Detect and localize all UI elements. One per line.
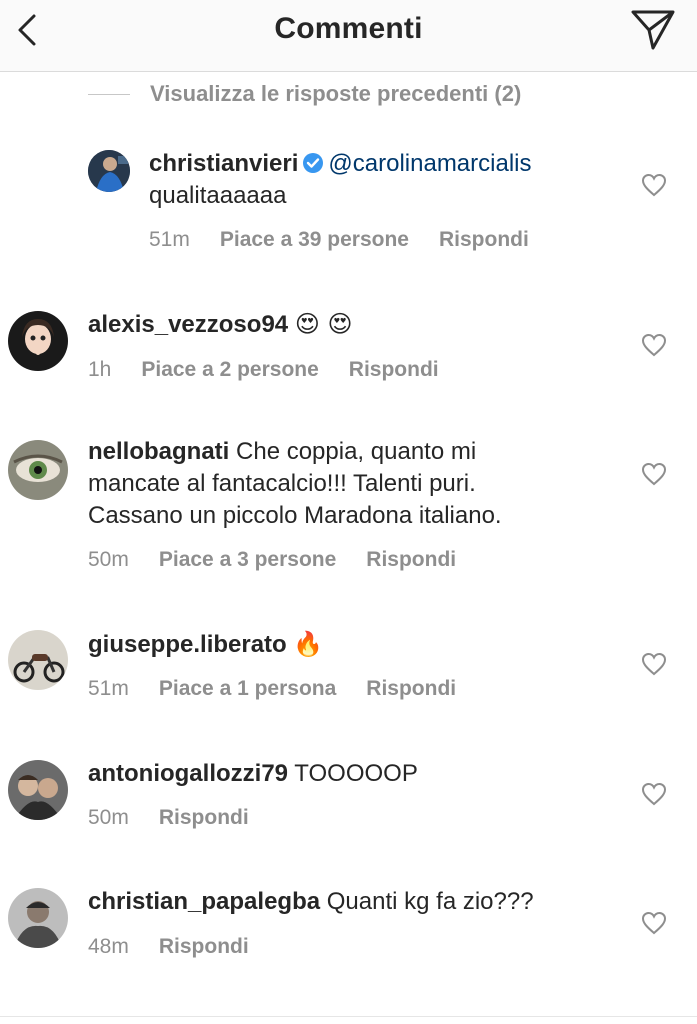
comment-time: 51m bbox=[88, 677, 129, 700]
comment-meta: 50m Piace a 3 persone Rispondi bbox=[88, 546, 456, 574]
comment-time: 51m bbox=[149, 228, 190, 251]
comment-meta: 1h Piace a 2 persone Rispondi bbox=[88, 356, 439, 384]
comment-time: 1h bbox=[88, 358, 112, 381]
view-previous-replies-button[interactable]: Visualizza le risposte precedenti (2) bbox=[88, 80, 521, 108]
comment-meta: 48m Rispondi bbox=[88, 933, 249, 961]
reply-button[interactable]: Rispondi bbox=[349, 358, 439, 382]
page-title: Commenti bbox=[274, 12, 423, 45]
comment-username[interactable]: christianvieri bbox=[149, 150, 298, 177]
comment-body: christianvieri @carolinamarcialis qualita… bbox=[149, 148, 532, 212]
reply-button[interactable]: Rispondi bbox=[439, 228, 529, 252]
direct-send-icon[interactable] bbox=[629, 8, 677, 52]
verified-badge-icon bbox=[303, 153, 324, 173]
comment-meta: 51m Piace a 1 persona Rispondi bbox=[88, 675, 456, 703]
avatar[interactable] bbox=[8, 888, 68, 948]
comment-time: 50m bbox=[88, 806, 129, 829]
comment-username[interactable]: giuseppe.liberato bbox=[88, 631, 287, 658]
avatar[interactable] bbox=[8, 630, 68, 690]
comment-body: alexis_vezzoso94 😍 😍 bbox=[88, 308, 352, 341]
reply-button[interactable]: Rispondi bbox=[366, 548, 456, 572]
comment-meta: 50m Rispondi bbox=[88, 804, 249, 832]
comment-body: antoniogallozzi79 TOOOOOP bbox=[88, 758, 418, 790]
view-previous-replies-label: Visualizza le risposte precedenti (2) bbox=[150, 81, 522, 106]
comment-body: nellobagnati Che coppia, quanto mi manca… bbox=[88, 436, 502, 532]
comment-likes[interactable]: Piace a 39 persone bbox=[220, 228, 409, 252]
comment-likes[interactable]: Piace a 3 persone bbox=[159, 548, 336, 572]
divider-line bbox=[88, 93, 130, 95]
comment-text: Che coppia, quanto mi bbox=[236, 438, 477, 465]
comment-meta: 51m Piace a 39 persone Rispondi bbox=[149, 226, 529, 254]
comment-emoji: 😍 😍 bbox=[294, 310, 353, 338]
like-heart-icon[interactable] bbox=[641, 333, 667, 357]
reply-button[interactable]: Rispondi bbox=[159, 935, 249, 959]
comment-time: 50m bbox=[88, 548, 129, 571]
comment-text: mancate al fantacalcio!!! Talenti puri. bbox=[88, 470, 476, 497]
like-heart-icon[interactable] bbox=[641, 462, 667, 486]
comment-likes[interactable]: Piace a 2 persone bbox=[141, 358, 318, 382]
comment-username[interactable]: alexis_vezzoso94 bbox=[88, 311, 288, 338]
like-heart-icon[interactable] bbox=[641, 652, 667, 676]
reply-button[interactable]: Rispondi bbox=[159, 806, 249, 830]
like-heart-icon[interactable] bbox=[641, 782, 667, 806]
avatar[interactable] bbox=[88, 150, 130, 192]
avatar[interactable] bbox=[8, 760, 68, 820]
divider-line bbox=[0, 1016, 697, 1017]
reply-button[interactable]: Rispondi bbox=[366, 677, 456, 701]
comment-text: qualitaaaaaa bbox=[149, 182, 287, 209]
comment-emoji: 🔥 bbox=[293, 630, 324, 658]
comment-body: giuseppe.liberato 🔥 bbox=[88, 628, 323, 661]
comment-text: Cassano un piccolo Maradona italiano. bbox=[88, 502, 502, 529]
comment-body: christian_papalegba Quanti kg fa zio??? bbox=[88, 886, 534, 918]
avatar[interactable] bbox=[8, 440, 68, 500]
comment-username[interactable]: nellobagnati bbox=[88, 438, 229, 465]
comment-mention[interactable]: @carolinamarcialis bbox=[328, 150, 531, 177]
comment-text: TOOOOOP bbox=[294, 760, 418, 787]
header-bar: Commenti bbox=[0, 0, 697, 72]
comment-text: Quanti kg fa zio??? bbox=[326, 888, 534, 915]
comment-username[interactable]: christian_papalegba bbox=[88, 888, 320, 915]
comment-username[interactable]: antoniogallozzi79 bbox=[88, 760, 288, 787]
like-heart-icon[interactable] bbox=[641, 911, 667, 935]
comment-time: 48m bbox=[88, 935, 129, 958]
comment-likes[interactable]: Piace a 1 persona bbox=[159, 677, 336, 701]
like-heart-icon[interactable] bbox=[641, 173, 667, 197]
avatar[interactable] bbox=[8, 311, 68, 371]
